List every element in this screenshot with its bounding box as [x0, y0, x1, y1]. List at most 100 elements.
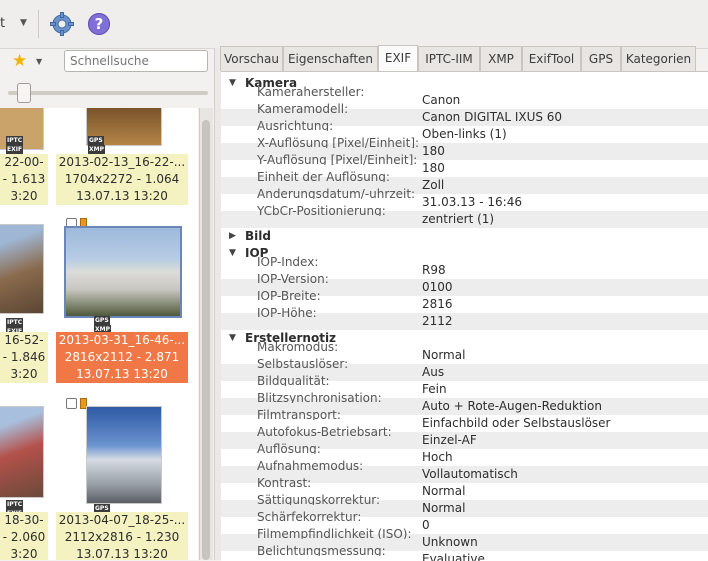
exif-label: Filmtransport:: [257, 409, 341, 420]
expand-triangle-icon[interactable]: ▼: [229, 75, 236, 92]
metadata-badges: IPTCEXIF: [4, 136, 24, 154]
tab-kategorien[interactable]: Kategorien: [621, 46, 696, 71]
exif-label: IOP-Höhe:: [257, 307, 317, 318]
chevron-down-icon[interactable]: ▼: [36, 57, 42, 66]
tab-iptc-iim[interactable]: IPTC-IIM: [418, 46, 480, 71]
exif-value: Normal: [422, 484, 466, 498]
section-bild[interactable]: ▶ Bild: [221, 228, 708, 245]
help-icon[interactable]: ?: [88, 13, 110, 35]
exif-value: R98: [422, 263, 446, 277]
thumbnail-dimensions: 1704x2272 - 1.064: [56, 171, 188, 188]
metadata-badges: GPSXMPIPTCEXIF: [92, 316, 112, 352]
toolbar-separator: [38, 10, 39, 38]
star-rating-filter-icon[interactable]: ★: [12, 51, 27, 71]
thumbnail-scrollbar[interactable]: [199, 108, 213, 560]
thumbnail-filename: 16-52-: [0, 332, 48, 349]
expand-triangle-icon[interactable]: ▶: [229, 228, 236, 245]
exif-value: Normal: [422, 348, 466, 362]
exif-value: Vollautomatisch: [422, 467, 518, 481]
tab-gps[interactable]: GPS: [581, 46, 621, 71]
exif-label: IOP-Index:: [257, 256, 319, 267]
thumbnail-image[interactable]: [0, 406, 44, 498]
tab-xmp[interactable]: XMP: [480, 46, 522, 71]
tab-exiftool[interactable]: ExifTool: [522, 46, 581, 71]
thumbnail-filename: 22-00-: [0, 154, 48, 171]
gear-icon[interactable]: [50, 12, 74, 36]
exif-label: YCbCr-Positionierung:: [257, 205, 386, 216]
panel-splitter[interactable]: [214, 48, 221, 560]
thumbnail-dimensions: 2816x2112 - 2.871: [56, 349, 188, 366]
thumbnail-size-slider-handle[interactable]: [17, 83, 31, 103]
thumbnail-dimensions: - 1.613: [0, 171, 48, 188]
metadata-badges: GPSXMPIPTCEXIF: [86, 136, 106, 172]
iptc-badge: IPTC: [6, 500, 24, 509]
exif-row[interactable]: YCbCr-Positionierung: zentriert (1): [221, 205, 708, 228]
exif-value: Zoll: [422, 178, 445, 192]
exif-label: Kameramodell:: [257, 103, 349, 114]
thumbnail-date: 3:20: [0, 546, 48, 560]
tab-exif[interactable]: EXIF: [378, 45, 418, 72]
exif-label: Kontrast:: [257, 477, 312, 488]
exif-label: Bildqualität:: [257, 375, 330, 386]
exif-label: Filmempfindlichkeit (ISO):: [257, 528, 412, 539]
exif-badge: EXIF: [6, 145, 24, 154]
exif-label: IOP-Breite:: [257, 290, 321, 301]
section-title: Bild: [245, 229, 271, 243]
exif-label: Ausrichtung:: [257, 120, 334, 131]
exif-row[interactable]: IOP-Höhe: 2112: [221, 307, 708, 330]
exif-tree: ▼ Kamera Kamerahersteller: Canon Kameramo…: [221, 71, 708, 561]
quick-search-input[interactable]: [64, 50, 208, 72]
exif-label: Selbstauslöser:: [257, 358, 349, 369]
exif-label: Schärfekorrektur:: [257, 511, 362, 522]
thumbnail-date: 3:20: [0, 366, 48, 383]
tab-eigenschaften[interactable]: Eigenschaften: [283, 46, 378, 71]
main-toolbar: t ▼ ?: [0, 0, 708, 49]
exif-label: Y-Auflösung [Pixel/Einheit]:: [257, 154, 418, 165]
exif-value: Einfachbild oder Selbstauslöser: [422, 416, 611, 430]
exif-value: Hoch: [422, 450, 453, 464]
exif-label: IOP-Version:: [257, 273, 329, 284]
exif-label: Belichtungsmessung:: [257, 545, 386, 556]
exif-value: Unknown: [422, 535, 478, 549]
thumbnail-filename: 18-30-: [0, 512, 48, 529]
thumbnail-date: 13.07.13 13:20: [56, 546, 188, 560]
exif-value: Oben-links (1): [422, 127, 507, 141]
tab-vorschau[interactable]: Vorschau: [220, 46, 283, 71]
iptc-badge: IPTC: [6, 318, 24, 327]
chevron-down-icon[interactable]: ▼: [20, 18, 27, 28]
metadata-badges: IPTCEXIF: [4, 318, 24, 336]
exif-value: Auto + Rote-Augen-Reduktion: [422, 399, 602, 413]
iptc-badge: IPTC: [6, 136, 24, 145]
thumbnail-date: 13.07.13 13:20: [56, 366, 188, 383]
expand-triangle-icon[interactable]: ▼: [229, 245, 236, 262]
expand-triangle-icon[interactable]: ▼: [229, 330, 236, 347]
exif-value: 180: [422, 144, 445, 158]
select-checkbox[interactable]: [66, 398, 77, 409]
thumbnail-date: 3:20: [0, 188, 48, 205]
exif-value: 2816: [422, 297, 453, 311]
gps-badge: GPS: [88, 136, 104, 145]
exif-label: Einheit der Auflösung:: [257, 171, 390, 182]
exif-label: Makromodus:: [257, 341, 339, 352]
metadata-badges: IPTCEXIF: [4, 500, 24, 518]
exif-value: Canon: [422, 93, 461, 107]
thumbnail-image[interactable]: [64, 226, 182, 318]
exif-value: 2112: [422, 314, 453, 328]
scrollbar-thumb[interactable]: [202, 120, 210, 560]
thumbnail-grid[interactable]: IPTCEXIF 22-00- - 1.613 3:20 GPSXMPIPTCE…: [0, 108, 198, 560]
thumbnail-image[interactable]: [0, 224, 44, 314]
thumbnail-dimensions: 2112x2816 - 1.230: [56, 529, 188, 546]
exif-value: Normal: [422, 501, 466, 515]
exif-label: Auflösung:: [257, 443, 321, 454]
exif-value: 0100: [422, 280, 453, 294]
exif-label: Blitzsynchronisation:: [257, 392, 382, 403]
exif-value: 180: [422, 161, 445, 175]
exif-value: Einzel-AF: [422, 433, 477, 447]
metadata-tabs: Vorschau Eigenschaften EXIF IPTC-IIM XMP…: [220, 45, 708, 72]
toolbar-partial-label: t: [0, 16, 6, 31]
exif-value: zentriert (1): [422, 212, 495, 226]
exif-label: Aufnahmemodus:: [257, 460, 364, 471]
thumbnail-image[interactable]: [86, 406, 162, 504]
thumbnail-size-slider[interactable]: [8, 91, 208, 95]
exif-label: Änderungsdatum/-uhrzeit:: [257, 188, 416, 199]
